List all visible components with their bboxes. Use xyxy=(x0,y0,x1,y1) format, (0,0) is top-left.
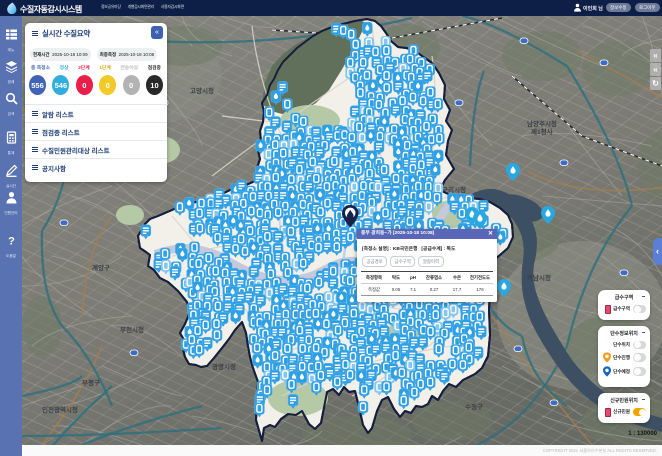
svg-text:부천시청: 부천시청 xyxy=(120,325,144,334)
svg-text:제1청사: 제1청사 xyxy=(531,127,553,136)
svg-text:고양시청: 고양시청 xyxy=(190,86,214,95)
svg-text:수정구: 수정구 xyxy=(465,402,483,411)
svg-text:부평구: 부평구 xyxy=(82,378,100,387)
svg-text:하남시청: 하남시청 xyxy=(527,273,551,282)
svg-text:광명시청: 광명시청 xyxy=(212,362,236,371)
svg-text:남양주시청: 남양주시청 xyxy=(527,119,557,128)
svg-text:인천광역시청: 인천광역시청 xyxy=(42,405,78,414)
svg-text:계양구: 계양구 xyxy=(92,263,110,272)
svg-text:?: ? xyxy=(8,236,15,248)
